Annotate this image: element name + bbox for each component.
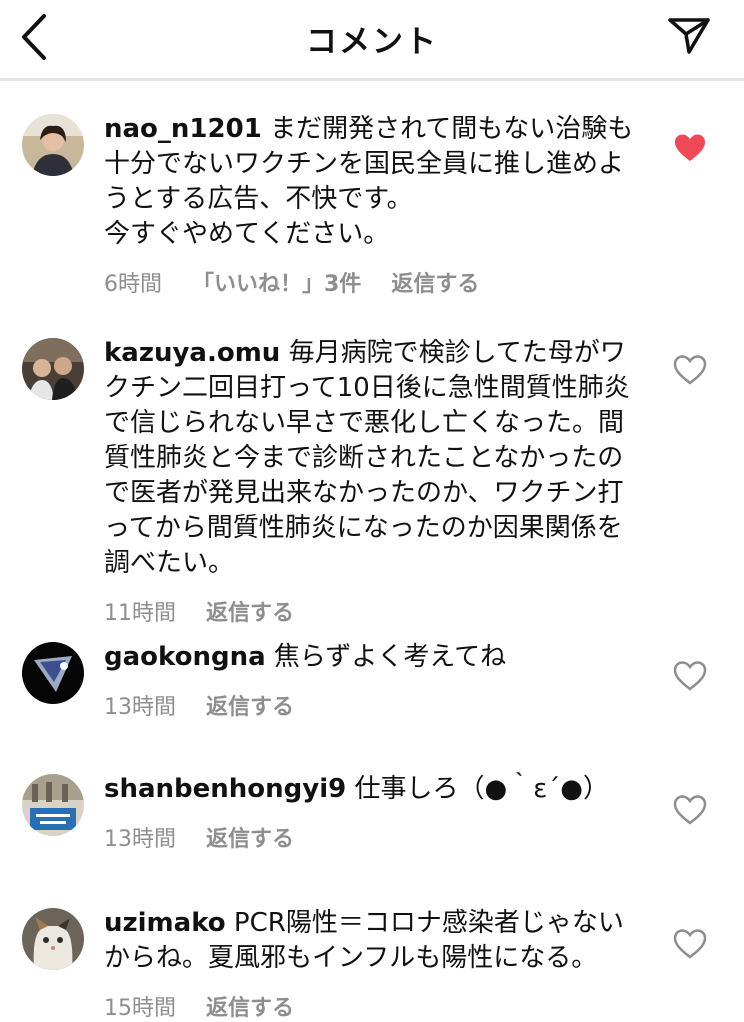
- avatar[interactable]: [22, 338, 84, 400]
- reply-button[interactable]: 返信する: [206, 821, 294, 853]
- comment-time: 15時間: [104, 996, 176, 1021]
- comment-time: 13時間: [104, 827, 176, 852]
- comment-time: 11時間: [104, 601, 176, 626]
- like-button[interactable]: [672, 658, 708, 694]
- heart-outline-icon: [673, 355, 707, 385]
- heart-outline-icon: [673, 661, 707, 691]
- comment-username[interactable]: uzimako: [104, 908, 226, 938]
- comment-likes-count[interactable]: 「いいね！」3件: [192, 266, 361, 298]
- header-divider: [0, 78, 744, 81]
- send-icon: [668, 18, 710, 54]
- comment-time: 6時間: [104, 272, 162, 297]
- avatar[interactable]: [22, 908, 84, 970]
- reply-button[interactable]: 返信する: [391, 266, 479, 298]
- comment-username[interactable]: gaokongna: [104, 642, 266, 672]
- header: コメント: [0, 0, 744, 78]
- reply-button[interactable]: 返信する: [206, 990, 294, 1022]
- page-title: コメント: [306, 24, 438, 60]
- like-button[interactable]: [672, 792, 708, 828]
- comment-text: 毎月病院で検診してた母がワクチン二回目打って10日後に急性間質性肺炎で信じられな…: [104, 338, 630, 578]
- share-button[interactable]: [664, 10, 714, 60]
- reply-button[interactable]: 返信する: [206, 689, 294, 721]
- comment-text: 仕事しろ（●｀ε´●）: [354, 774, 609, 804]
- like-button[interactable]: [672, 130, 708, 166]
- comment-username[interactable]: kazuya.omu: [104, 338, 280, 368]
- comment-time: 13時間: [104, 695, 176, 720]
- heart-outline-icon: [673, 929, 707, 959]
- comment-username[interactable]: nao_n1201: [104, 114, 262, 144]
- avatar[interactable]: [22, 114, 84, 176]
- heart-outline-icon: [673, 795, 707, 825]
- avatar[interactable]: [22, 774, 84, 836]
- like-button[interactable]: [672, 926, 708, 962]
- comment-text: 焦らずよく考えてね: [273, 642, 507, 672]
- comment-username[interactable]: shanbenhongyi9: [104, 774, 346, 804]
- heart-filled-icon: [675, 134, 705, 161]
- reply-button[interactable]: 返信する: [206, 595, 294, 627]
- avatar[interactable]: [22, 642, 84, 704]
- like-button[interactable]: [672, 352, 708, 388]
